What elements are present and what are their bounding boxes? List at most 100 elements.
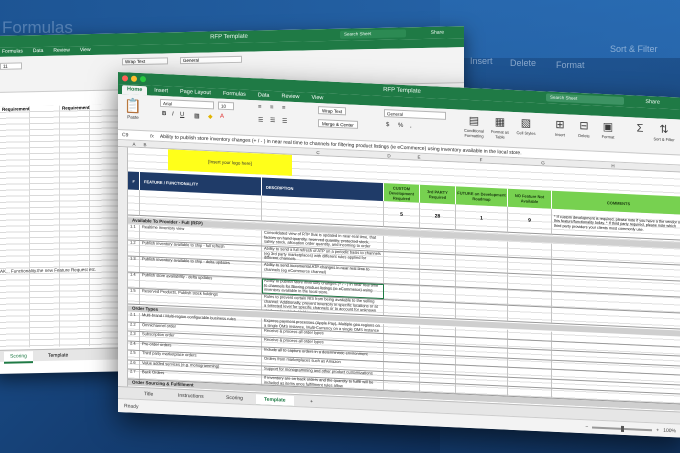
- back-tab-scoring[interactable]: Scoring: [4, 351, 33, 364]
- response-cell[interactable]: [420, 285, 456, 303]
- response-cell[interactable]: [456, 303, 508, 321]
- back-number-format[interactable]: General: [180, 55, 242, 65]
- back-tab-review[interactable]: Review: [53, 46, 69, 55]
- response-cell[interactable]: [508, 305, 552, 323]
- bold-button[interactable]: B: [162, 111, 166, 117]
- response-cell[interactable]: [456, 255, 508, 273]
- spreadsheet-grid[interactable]: [Insert your logo here] # FEATURE / FUNC…: [118, 147, 680, 412]
- row-number[interactable]: 2.5: [128, 350, 140, 360]
- response-cell[interactable]: [420, 325, 456, 336]
- back-font-size[interactable]: 11: [0, 62, 22, 70]
- format-cells-button[interactable]: ▣ Format: [596, 120, 620, 140]
- search-sheet-input[interactable]: Search Sheet: [546, 93, 624, 105]
- response-cell[interactable]: [420, 344, 456, 355]
- response-cell[interactable]: [384, 371, 420, 382]
- response-cell[interactable]: [420, 354, 456, 365]
- name-box[interactable]: C9: [122, 132, 144, 139]
- merge-center-button[interactable]: Merge & Center: [318, 119, 358, 129]
- currency-icon[interactable]: $: [386, 122, 389, 128]
- response-cell[interactable]: [384, 236, 420, 253]
- font-name-select[interactable]: Arial: [160, 98, 214, 110]
- align-top-icon[interactable]: ≡: [258, 104, 262, 110]
- response-cell[interactable]: [456, 271, 508, 289]
- fill-color-icon[interactable]: ◆: [208, 113, 213, 120]
- response-cell[interactable]: [384, 252, 420, 269]
- response-cell[interactable]: [384, 381, 420, 392]
- response-cell[interactable]: [420, 382, 456, 393]
- response-cell[interactable]: [384, 268, 420, 285]
- response-cell[interactable]: [508, 386, 552, 398]
- comma-style-icon[interactable]: ,: [410, 123, 412, 129]
- zoom-slider[interactable]: [592, 425, 653, 432]
- insert-cells-button[interactable]: ⊞ Insert: [548, 118, 572, 138]
- percent-icon[interactable]: %: [398, 123, 403, 129]
- align-right-icon[interactable]: ☰: [282, 117, 287, 124]
- row-number[interactable]: 1.3: [128, 256, 140, 272]
- response-cell[interactable]: [508, 273, 552, 291]
- response-cell[interactable]: [384, 324, 420, 335]
- underline-button[interactable]: U: [180, 112, 184, 118]
- response-cell[interactable]: [420, 237, 456, 255]
- maximize-window-icon[interactable]: [140, 75, 146, 83]
- row-number[interactable]: 2.7: [128, 369, 140, 379]
- align-center-icon[interactable]: ☰: [270, 117, 275, 124]
- autosum-button[interactable]: Σ: [628, 121, 652, 136]
- zoom-out-icon[interactable]: −: [585, 420, 588, 434]
- row-number[interactable]: 2.4: [128, 340, 140, 350]
- row-number[interactable]: 2.6: [128, 359, 140, 369]
- back-wrap-text[interactable]: Wrap Text: [122, 57, 168, 66]
- zoom-slider-knob[interactable]: [620, 425, 624, 432]
- response-cell[interactable]: [384, 343, 420, 354]
- zoom-in-icon[interactable]: +: [656, 423, 659, 437]
- borders-icon[interactable]: ▦: [194, 112, 200, 119]
- format-as-table-button[interactable]: ▦ Format as Table: [488, 115, 512, 140]
- delete-cells-button[interactable]: ⊟ Delete: [572, 119, 596, 139]
- wrap-text-button[interactable]: Wrap Text: [318, 106, 347, 116]
- back-tab-template[interactable]: Template: [42, 350, 74, 361]
- response-cell[interactable]: [420, 253, 456, 271]
- back-search-box[interactable]: Search Sheet: [340, 29, 406, 39]
- back-share-button[interactable]: Share: [431, 27, 444, 39]
- response-cell[interactable]: [508, 289, 552, 307]
- italic-button[interactable]: I: [172, 111, 174, 117]
- align-left-icon[interactable]: ☰: [258, 116, 263, 123]
- response-cell[interactable]: [420, 363, 456, 374]
- response-cell[interactable]: [420, 373, 456, 384]
- response-cell[interactable]: [420, 301, 456, 319]
- row-number[interactable]: 1.4: [128, 272, 140, 288]
- response-cell[interactable]: [456, 287, 508, 305]
- response-cell[interactable]: [384, 333, 420, 344]
- response-cell[interactable]: [420, 335, 456, 346]
- row-number[interactable]: 1.2: [128, 240, 140, 256]
- font-size-select[interactable]: 10: [218, 101, 234, 111]
- back-tab-formulas[interactable]: Formulas: [2, 47, 23, 56]
- row-number[interactable]: 1.1: [128, 224, 140, 240]
- row-number[interactable]: 2.1: [128, 312, 140, 322]
- back-tab-data[interactable]: Data: [33, 47, 44, 56]
- row-number[interactable]: 2.2: [128, 321, 140, 331]
- paste-button[interactable]: 📋 Paste: [124, 97, 142, 122]
- response-cell[interactable]: [420, 269, 456, 287]
- row-number[interactable]: 1.5: [128, 288, 140, 304]
- row-number[interactable]: 2.3: [128, 331, 140, 341]
- align-middle-icon[interactable]: ≡: [270, 105, 274, 111]
- response-cell[interactable]: [384, 284, 420, 301]
- response-cell[interactable]: [456, 239, 508, 257]
- fx-icon[interactable]: fx: [150, 133, 154, 139]
- font-color-icon[interactable]: A: [220, 114, 224, 120]
- conditional-formatting-button[interactable]: ▤ Conditional Formatting: [462, 114, 486, 139]
- response-cell[interactable]: [456, 384, 508, 396]
- align-bottom-icon[interactable]: ≡: [282, 105, 286, 111]
- response-cell[interactable]: [384, 300, 420, 317]
- minimize-window-icon[interactable]: [131, 75, 137, 82]
- response-cell[interactable]: [508, 257, 552, 275]
- sort-filter-button[interactable]: ⇅ Sort & Filter: [652, 122, 676, 143]
- number-format-select[interactable]: General: [384, 109, 446, 120]
- response-cell[interactable]: [384, 352, 420, 363]
- share-button[interactable]: Share: [645, 96, 660, 109]
- back-tab-view[interactable]: View: [80, 46, 91, 55]
- close-window-icon[interactable]: [122, 75, 128, 82]
- response-cell[interactable]: [384, 362, 420, 373]
- response-cell[interactable]: [508, 241, 552, 259]
- cell-styles-button[interactable]: ▧ Cell Styles: [514, 116, 538, 136]
